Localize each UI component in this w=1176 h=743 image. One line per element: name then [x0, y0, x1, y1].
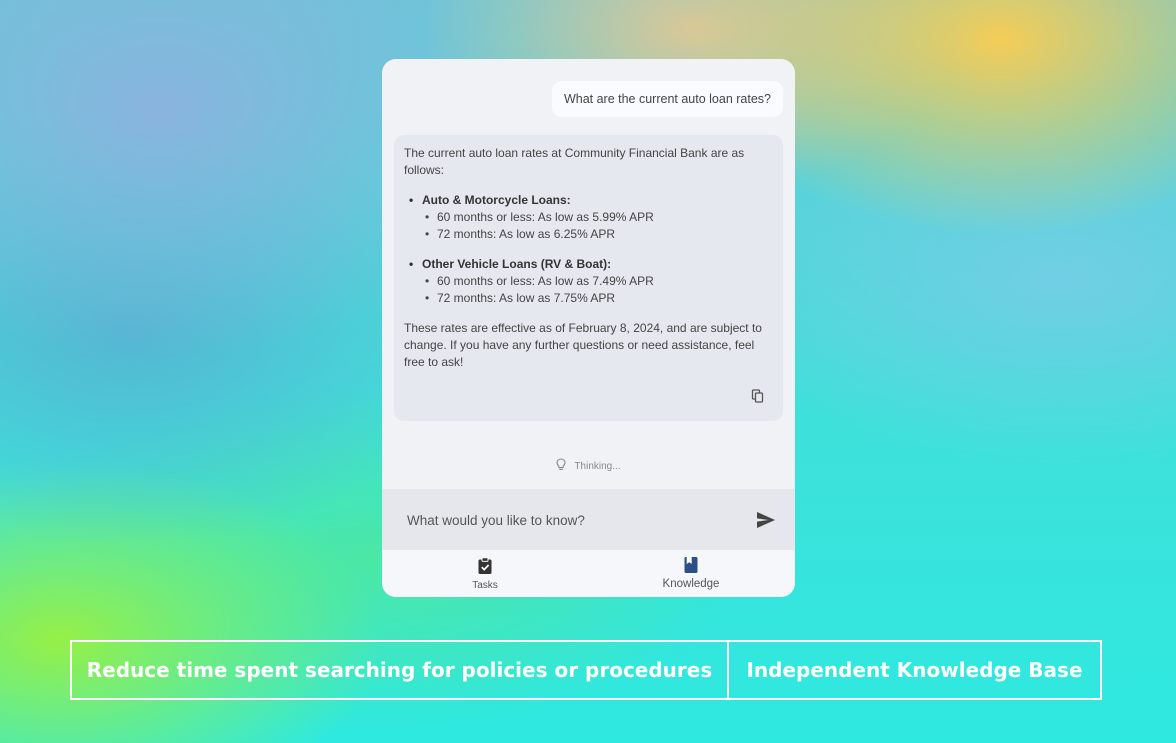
user-message-text: What are the current auto loan rates? — [563, 92, 771, 106]
caption-box-right: Independent Knowledge Base — [727, 640, 1102, 700]
rate-list-item: 72 months: As low as 6.25% APR — [404, 226, 773, 243]
loan-section-other-vehicle: Other Vehicle Loans (RV & Boat): 60 mont… — [404, 256, 773, 307]
assistant-message-card: The current auto loan rates at Community… — [394, 135, 783, 421]
task-clipboard-icon — [478, 557, 492, 574]
user-message-bubble: What are the current auto loan rates? — [551, 81, 783, 117]
caption-right-text: Independent Knowledge Base — [746, 658, 1083, 682]
caption-left-text: Reduce time spent searching for policies… — [86, 658, 713, 682]
rate-list-item: 72 months: As low as 7.75% APR — [404, 290, 773, 307]
copy-icon[interactable] — [751, 389, 765, 403]
loan-section-auto: Auto & Motorcycle Loans: 60 months or le… — [404, 192, 773, 243]
loan-section-heading: Auto & Motorcycle Loans: — [404, 192, 773, 209]
assistant-intro-text: The current auto loan rates at Community… — [404, 146, 745, 177]
rate-list-item: 60 months or less: As low as 5.99% APR — [404, 209, 773, 226]
thinking-text: Thinking... — [574, 460, 621, 472]
loan-section-heading: Other Vehicle Loans (RV & Boat): — [404, 256, 773, 273]
tab-knowledge-label: Knowledge — [662, 578, 720, 590]
bottom-tab-bar: Tasks Knowledge — [382, 550, 795, 597]
book-icon — [684, 557, 698, 573]
rate-list-item: 60 months or less: As low as 7.49% APR — [404, 273, 773, 290]
chat-panel: What are the current auto loan rates? Th… — [382, 59, 795, 597]
chat-input[interactable] — [394, 503, 734, 537]
tab-tasks-label: Tasks — [472, 580, 498, 591]
composer-bar — [382, 489, 795, 550]
thinking-status: Thinking... — [382, 458, 795, 474]
send-icon[interactable] — [755, 509, 777, 531]
lightbulb-icon — [556, 458, 566, 474]
tab-knowledge[interactable]: Knowledge — [588, 550, 794, 597]
tab-tasks[interactable]: Tasks — [382, 550, 588, 597]
caption-box-left: Reduce time spent searching for policies… — [70, 640, 729, 700]
assistant-footnote-text: These rates are effective as of February… — [404, 321, 762, 369]
